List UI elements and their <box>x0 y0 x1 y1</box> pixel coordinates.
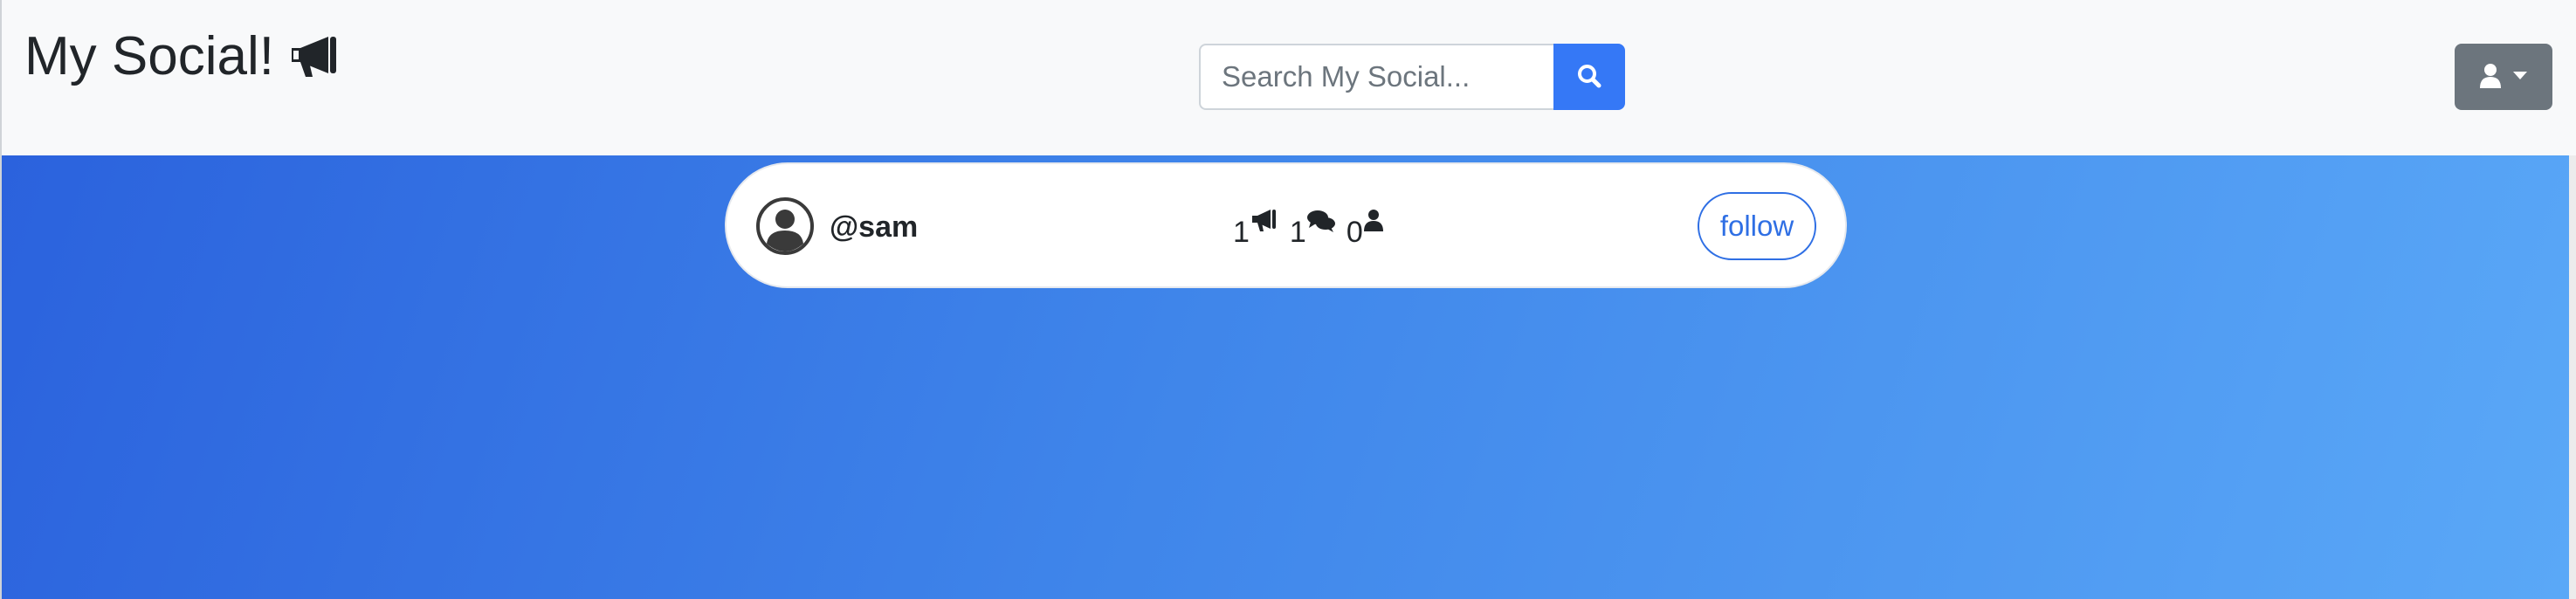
top-navbar: My Social! <box>0 0 2576 155</box>
brand[interactable]: My Social! <box>24 30 344 84</box>
search-icon <box>1576 63 1602 92</box>
posts-count: 1 <box>1233 216 1250 249</box>
brand-title: My Social! <box>24 26 274 86</box>
stat-posts: 1 <box>1233 206 1279 251</box>
search-button[interactable] <box>1553 44 1625 110</box>
stat-comments: 1 <box>1290 206 1336 251</box>
megaphone-icon <box>286 34 344 79</box>
stat-followers: 0 <box>1347 206 1384 251</box>
user-menu-button[interactable] <box>2455 44 2552 110</box>
user-circle-icon <box>756 197 814 255</box>
comments-count: 1 <box>1289 216 1306 249</box>
search-form <box>1199 44 1625 110</box>
caret-down-icon <box>2512 71 2528 84</box>
username[interactable]: @sam <box>830 210 918 244</box>
search-input[interactable] <box>1199 44 1553 110</box>
follow-button[interactable]: follow <box>1698 192 1816 260</box>
comments-icon <box>1306 206 1336 244</box>
user-icon <box>1363 206 1384 244</box>
followers-count: 0 <box>1346 216 1363 249</box>
user-icon <box>2479 63 2502 92</box>
megaphone-icon <box>1250 206 1279 244</box>
user-card: @sam 1 1 0 follow <box>725 162 1847 288</box>
user-stats: 1 1 0 <box>1233 206 1395 251</box>
